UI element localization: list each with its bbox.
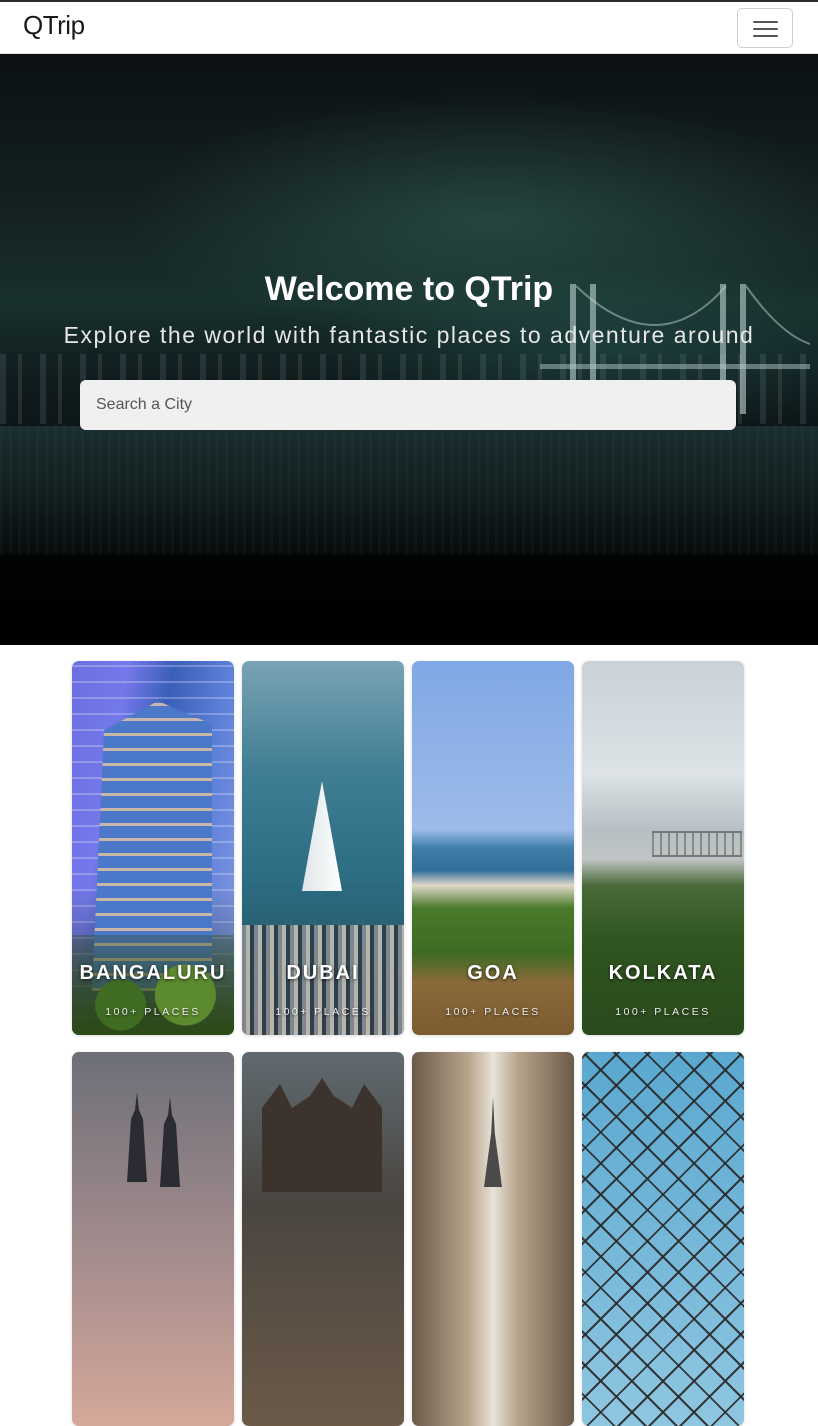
city-image-foliage: [72, 935, 234, 1035]
city-card-bangaluru[interactable]: BANGALURU 100+ PLACES: [72, 661, 234, 1035]
hamburger-icon: [753, 21, 778, 23]
city-name: GOA: [467, 962, 519, 984]
city-image-tower: [160, 1097, 180, 1187]
hamburger-icon-bar: [753, 35, 778, 37]
hero-banner: Welcome to QTrip Explore the world with …: [0, 54, 818, 645]
city-name: DUBAI: [286, 962, 360, 984]
city-name: BANGALURU: [79, 962, 227, 984]
city-image: [262, 1078, 382, 1192]
city-card-goa[interactable]: GOA 100+ PLACES: [412, 661, 574, 1035]
hero-subtitle: Explore the world with fantastic places …: [63, 322, 755, 348]
menu-toggle-button[interactable]: [737, 8, 793, 48]
city-places-count: 100+ PLACES: [275, 1006, 371, 1018]
city-card[interactable]: [412, 1052, 574, 1426]
city-search-input[interactable]: [80, 380, 736, 430]
city-image: [302, 781, 342, 891]
city-name: KOLKATA: [608, 962, 718, 984]
city-card-kolkata[interactable]: KOLKATA 100+ PLACES: [582, 661, 744, 1035]
city-image: [484, 1097, 502, 1187]
navbar: QTrip: [0, 2, 818, 54]
hero-water: [0, 426, 818, 556]
brand-logo[interactable]: QTrip: [23, 10, 85, 41]
city-card[interactable]: [582, 1052, 744, 1426]
hero-trees: [0, 554, 818, 645]
hero-title: Welcome to QTrip: [264, 270, 554, 308]
city-image: [127, 1092, 147, 1182]
city-places-count: 100+ PLACES: [105, 1006, 201, 1018]
city-image: [652, 831, 742, 857]
city-card-dubai[interactable]: DUBAI 100+ PLACES: [242, 661, 404, 1035]
city-places-count: 100+ PLACES: [615, 1006, 711, 1018]
city-places-count: 100+ PLACES: [445, 1006, 541, 1018]
hamburger-icon-bar: [753, 28, 778, 30]
city-card[interactable]: [242, 1052, 404, 1426]
city-card[interactable]: [72, 1052, 234, 1426]
